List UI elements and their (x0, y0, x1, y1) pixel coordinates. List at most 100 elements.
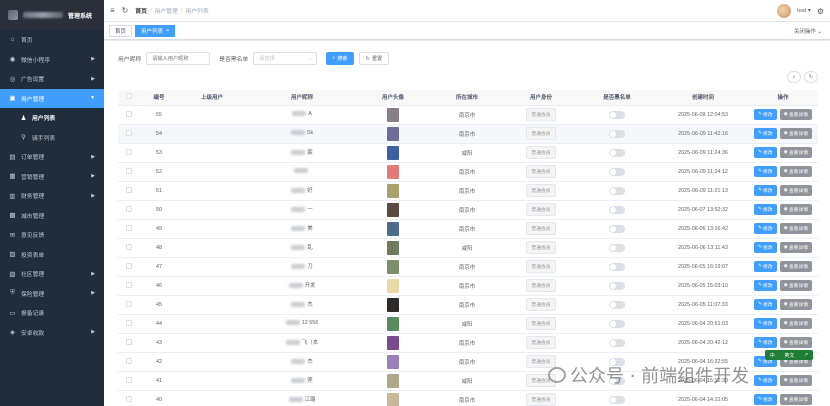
user-avatar[interactable] (387, 183, 399, 198)
row-checkbox[interactable] (126, 167, 132, 174)
edit-button[interactable]: ✎ 修改 (753, 109, 777, 120)
user-avatar[interactable] (387, 145, 399, 160)
blacklist-toggle[interactable] (609, 281, 625, 290)
sidebar-item-14[interactable]: ▭ 报备记录 (0, 303, 104, 323)
table-row[interactable]: 55 A 南京市 普通会员 2025-06-09 12:04:53 ✎ 修改 ◉ 查… (118, 105, 818, 125)
edit-button[interactable]: ✎ 修改 (753, 242, 777, 253)
edit-button[interactable]: ✎ 修改 (753, 204, 777, 215)
blacklist-toggle[interactable] (609, 262, 625, 271)
row-checkbox[interactable] (126, 243, 132, 250)
sidebar-item-0[interactable]: ⌂ 首页 (0, 30, 104, 50)
row-checkbox[interactable] (126, 338, 132, 345)
row-checkbox[interactable] (126, 129, 132, 136)
sidebar-item-11[interactable]: ▨ 投资表单 (0, 245, 104, 265)
breadcrumb-user-mgmt[interactable]: 用户管理 (155, 6, 178, 15)
tag-user-list[interactable]: 用户列表 × (135, 24, 176, 37)
toggle-search-button[interactable]: ⌕ (787, 71, 801, 83)
edit-button[interactable]: ✎ 修改 (753, 318, 777, 329)
settings-icon[interactable]: ⚙ (817, 7, 824, 16)
table-row[interactable]: 40 江璐 南京市 普通会员 2025-06-04 14:22:05 ✎ 修改 ◉… (118, 390, 818, 406)
user-avatar[interactable] (387, 316, 399, 331)
ime-indicator[interactable]: 中 英文 ↗ (765, 350, 813, 360)
search-button[interactable]: ⌕ 搜索 (326, 52, 354, 65)
row-checkbox[interactable] (126, 376, 132, 383)
sidebar-item-4[interactable]: ♟ 用户列表 (0, 108, 104, 128)
avatar[interactable] (776, 4, 791, 18)
sidebar-item-7[interactable]: ▦ 营销管理 ▶ (0, 167, 104, 187)
user-avatar[interactable] (387, 354, 399, 369)
view-details-button[interactable]: ◉ 查看详情 (779, 128, 813, 139)
app-logo[interactable]: 管理系统 (0, 0, 104, 30)
row-checkbox[interactable] (126, 262, 132, 269)
refresh-icon[interactable]: ↻ (122, 6, 129, 15)
table-row[interactable]: 53 宸 咸阳 普通会员 2025-06-09 11:24:36 ✎ 修改 ◉ 查看… (118, 143, 818, 163)
sidebar-item-5[interactable]: ⚲ 骑手列表 (0, 127, 104, 147)
edit-button[interactable]: ✎ 修改 (753, 147, 777, 158)
user-avatar[interactable] (387, 259, 399, 274)
sidebar-item-1[interactable]: ◉ 微信小程序 ▶ (0, 50, 104, 70)
table-row[interactable]: 54 Sk 南京市 普通会员 2025-06-09 11:42:16 ✎ 修改 ◉… (118, 124, 818, 144)
row-checkbox[interactable] (126, 300, 132, 307)
user-avatar[interactable] (387, 297, 399, 312)
row-checkbox[interactable] (126, 357, 132, 364)
blacklist-toggle[interactable] (609, 338, 625, 347)
view-details-button[interactable]: ◉ 查看详情 (779, 166, 813, 177)
row-checkbox[interactable] (126, 205, 132, 212)
tag-home[interactable]: 首页 (109, 24, 133, 37)
sidebar-item-3[interactable]: ▣ 用户管理 ▼ (0, 88, 104, 108)
user-avatar[interactable] (387, 164, 399, 179)
row-checkbox[interactable] (126, 224, 132, 231)
view-details-button[interactable]: ◉ 查看详情 (779, 280, 813, 291)
select-all-checkbox[interactable] (126, 93, 132, 100)
refresh-table-button[interactable]: ↻ (804, 71, 818, 83)
user-avatar[interactable] (387, 107, 399, 122)
blacklist-toggle[interactable] (609, 186, 625, 195)
sidebar-item-6[interactable]: ▤ 订单管理 ▶ (0, 147, 104, 167)
blacklist-toggle[interactable] (609, 319, 625, 328)
user-avatar[interactable] (387, 373, 399, 388)
view-details-button[interactable]: ◉ 查看详情 (779, 185, 813, 196)
sidebar-item-15[interactable]: ◈ 安卓收款 ▶ (0, 323, 104, 343)
row-checkbox[interactable] (126, 186, 132, 193)
row-checkbox[interactable] (126, 319, 132, 326)
blacklist-toggle[interactable] (609, 205, 625, 214)
edit-button[interactable]: ✎ 修改 (753, 280, 777, 291)
table-row[interactable]: 51 好 南京市 普通会员 2025-06-09 11:21:13 ✎ 修改 ◉ 查… (118, 181, 818, 201)
table-row[interactable]: 47 刀 南京市 普通会员 2025-06-05 16:19:07 ✎ 修改 ◉ 查… (118, 257, 818, 277)
edit-button[interactable]: ✎ 修改 (753, 394, 777, 405)
reset-button[interactable]: ↻ 重置 (358, 52, 390, 65)
blacklist-toggle[interactable] (609, 224, 625, 233)
hamburger-icon[interactable]: ≡ (110, 6, 115, 15)
blacklist-toggle[interactable] (609, 300, 625, 309)
nickname-input[interactable] (146, 52, 211, 65)
breadcrumb-home[interactable]: 首页 (135, 6, 147, 15)
view-details-button[interactable]: ◉ 查看详情 (779, 242, 813, 253)
row-checkbox[interactable] (126, 110, 132, 117)
user-avatar[interactable] (387, 202, 399, 217)
edit-button[interactable]: ✎ 修改 (753, 261, 777, 272)
view-details-button[interactable]: ◉ 查看详情 (779, 204, 813, 215)
edit-button[interactable]: ✎ 修改 (753, 185, 777, 196)
table-row[interactable]: 52 南京市 普通会员 2025-06-09 11:24:12 ✎ 修改 ◉ 查看详… (118, 162, 818, 182)
edit-button[interactable]: ✎ 修改 (753, 299, 777, 310)
table-row[interactable]: 46 开发 南京市 普通会员 2025-06-05 15:03:10 ✎ 修改 ◉… (118, 276, 818, 296)
close-operations-dropdown[interactable]: 关闭操作 ⌄ (794, 27, 822, 35)
view-details-button[interactable]: ◉ 查看详情 (779, 394, 813, 405)
view-details-button[interactable]: ◉ 查看详情 (779, 223, 813, 234)
username[interactable]: test ▾ (797, 8, 811, 14)
row-checkbox[interactable] (126, 148, 132, 155)
sidebar-item-12[interactable]: ▧ 社区管理 ▶ (0, 264, 104, 284)
tag-close-icon[interactable]: × (166, 28, 169, 34)
edit-button[interactable]: ✎ 修改 (753, 128, 777, 139)
user-avatar[interactable] (387, 126, 399, 141)
edit-button[interactable]: ✎ 修改 (753, 375, 777, 386)
edit-button[interactable]: ✎ 修改 (753, 223, 777, 234)
view-details-button[interactable]: ◉ 查看详情 (779, 337, 813, 348)
view-details-button[interactable]: ◉ 查看详情 (779, 261, 813, 272)
blacklist-toggle[interactable] (609, 129, 625, 138)
edit-button[interactable]: ✎ 修改 (753, 166, 777, 177)
table-row[interactable]: 44 12 556 咸阳 普通会员 2025-06-04 20:51:03 ✎ 修… (118, 314, 818, 334)
blacklist-select[interactable]: 请选择 ⌄ (253, 52, 318, 65)
user-avatar[interactable] (387, 335, 399, 350)
blacklist-toggle[interactable] (609, 148, 625, 157)
